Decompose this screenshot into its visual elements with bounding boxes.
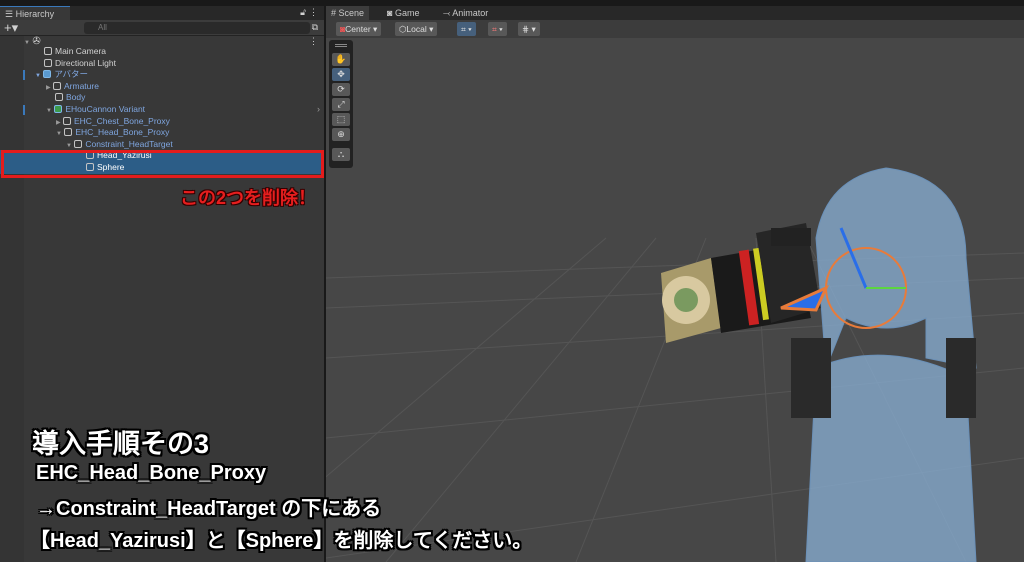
hierarchy-item[interactable]: ▼ EHouCannon Variant: [46, 104, 145, 116]
hierarchy-item[interactable]: ▼ EHC_Head_Bone_Proxy: [56, 127, 169, 139]
pivot-dropdown[interactable]: ◙Center ▾: [336, 22, 382, 36]
item-label: EHC_Head_Bone_Proxy: [75, 127, 170, 138]
hierarchy-item[interactable]: Main Camera: [44, 46, 106, 58]
modified-marker: [23, 70, 25, 80]
tab-label: Scene: [338, 8, 365, 18]
snap-icon: ⌗: [492, 24, 497, 34]
hierarchy-item[interactable]: ▼ アバター: [35, 69, 88, 81]
tab-label: Game: [394, 8, 420, 18]
unity-scene-icon: ✇: [32, 36, 41, 47]
caption-line-3: 【Head_Yazirusi】と【Sphere】を削除してください。: [30, 530, 533, 552]
cannon-model: [661, 223, 821, 343]
tab-label: Animator: [452, 8, 489, 18]
tab-label: Hierarchy: [15, 9, 55, 19]
item-label: Constraint_HeadTarget: [85, 138, 173, 149]
pivot-label: Center: [345, 24, 371, 34]
more-icon[interactable]: ⋮: [309, 7, 318, 18]
delete-annotation: この2つを削除！: [180, 188, 317, 208]
hierarchy-item[interactable]: Body: [55, 92, 85, 104]
transform-tool-button[interactable]: ⊕: [332, 128, 350, 141]
grid-icon: ⌗: [461, 24, 466, 34]
gutter: [0, 36, 24, 562]
item-label: Armature: [64, 80, 99, 91]
snap-increment-button[interactable]: ⌗ ▾: [488, 22, 507, 36]
scene-viewport[interactable]: [326, 38, 1024, 562]
gameobject-icon: [74, 139, 83, 148]
gameobject-icon: [53, 81, 61, 90]
lock-icon[interactable]: 🔓︎: [300, 7, 306, 18]
search-input[interactable]: All: [84, 22, 310, 34]
item-label: アバター: [54, 69, 88, 80]
align-icon: ⋕: [522, 24, 530, 34]
scene-view[interactable]: # Scene ◙ Game ⤙ Animator ◙Center ▾ ⬡Loc…: [326, 6, 1024, 562]
tab-scene[interactable]: # Scene: [326, 6, 370, 20]
rotate-tool-button[interactable]: ⟳: [332, 83, 350, 96]
item-label: Directional Light: [55, 57, 116, 68]
item-label: EHC_Chest_Bone_Proxy: [74, 115, 170, 126]
tab-animator[interactable]: ⤙ Animator: [438, 6, 493, 20]
chevron-right-icon[interactable]: ›: [317, 104, 320, 114]
scale-tool-button[interactable]: ⤢: [332, 98, 350, 111]
hand-tool-button[interactable]: ✋: [332, 53, 350, 66]
scene-menu-icon[interactable]: ⋮: [309, 36, 318, 47]
avatar-model: [791, 167, 977, 562]
hierarchy-item[interactable]: ▶ Armature: [46, 81, 99, 93]
grid-snap-button[interactable]: ⌗ ▾: [457, 22, 476, 36]
caption-line-2: →Constraint_HeadTarget の下にある: [36, 498, 382, 520]
modified-marker: [23, 105, 25, 115]
align-button[interactable]: ⋕ ▾: [518, 22, 540, 36]
scene-root[interactable]: ▼ ✇: [24, 36, 41, 48]
tab-hierarchy[interactable]: ☰ Hierarchy: [0, 6, 70, 20]
gameobject-icon: [64, 128, 73, 137]
hierarchy-item[interactable]: ▼ Constraint_HeadTarget: [66, 139, 173, 151]
item-label: Body: [66, 92, 86, 103]
tab-game[interactable]: ◙ Game: [382, 6, 424, 20]
custom-tool-button[interactable]: ⛬: [332, 148, 350, 161]
item-label: Main Camera: [55, 46, 107, 56]
gameobject-icon: [44, 47, 52, 55]
caption-line-1: EHC_Head_Bone_Proxy: [36, 462, 267, 484]
add-button[interactable]: +▾: [4, 20, 18, 35]
rect-tool-button[interactable]: ⬚: [332, 113, 350, 126]
hierarchy-item[interactable]: ▶ EHC_Chest_Bone_Proxy: [56, 116, 170, 128]
prefab-icon: [43, 70, 52, 79]
search-placeholder: All: [98, 23, 107, 32]
hierarchy-item[interactable]: Directional Light: [44, 58, 116, 70]
space-label: Local: [406, 24, 427, 34]
drag-handle[interactable]: [335, 44, 347, 47]
tools-overlay: ✋ ✥ ⟳ ⤢ ⬚ ⊕ ⛬: [329, 40, 353, 168]
scene-visibility-icon[interactable]: ⧉: [312, 22, 318, 33]
highlight-box: [1, 150, 324, 178]
gameobject-icon: [55, 93, 63, 102]
prefab-variant-icon: [54, 105, 63, 113]
item-label: EHouCannon Variant: [65, 104, 146, 114]
caption-title: 導入手順その3: [32, 429, 210, 459]
move-tool-button[interactable]: ✥: [332, 68, 350, 81]
space-dropdown[interactable]: ⬡Local ▾: [395, 22, 438, 36]
gameobject-icon: [63, 116, 71, 125]
gameobject-icon: [44, 58, 52, 67]
